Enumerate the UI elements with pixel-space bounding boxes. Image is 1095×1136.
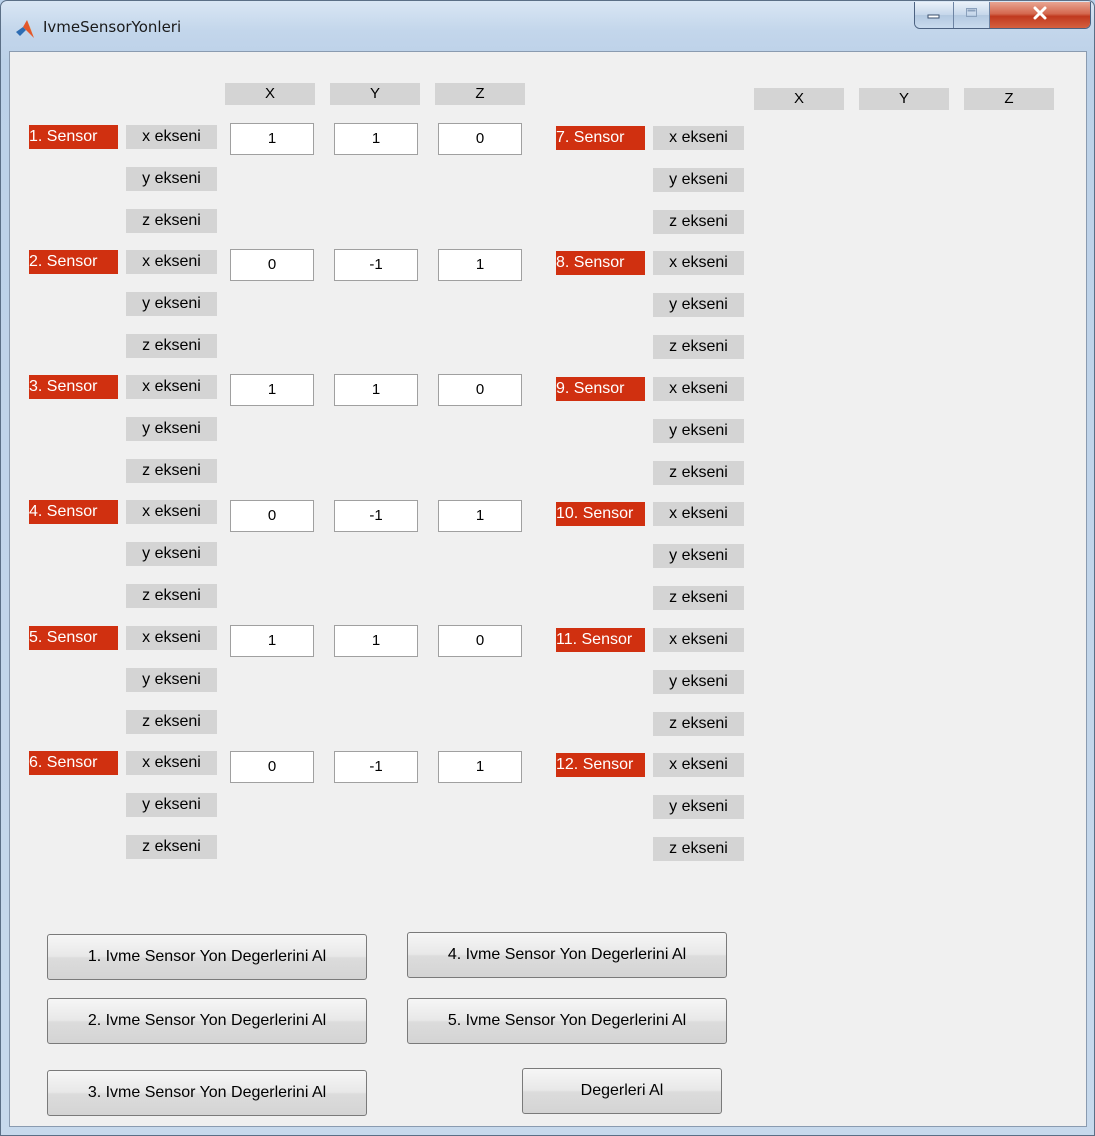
sensor-6-x-field[interactable]: 0	[230, 751, 314, 783]
sensor-label-7: 7. Sensor	[556, 126, 645, 150]
axis-label-x: x ekseni	[653, 126, 744, 150]
axis-label-y: y ekseni	[126, 793, 217, 817]
sensor-2-z-field[interactable]: 1	[438, 249, 522, 281]
sensor-label-1: 1. Sensor	[29, 125, 118, 149]
get-sensor-3-button[interactable]: 3. Ivme Sensor Yon Degerlerini Al	[47, 1070, 367, 1116]
sensor-1-z-field[interactable]: 0	[438, 123, 522, 155]
axis-label-x: x ekseni	[126, 626, 217, 650]
right-header-x: X	[754, 88, 844, 110]
sensor-5-x-field[interactable]: 1	[230, 625, 314, 657]
axis-label-y: y ekseni	[653, 419, 744, 443]
title-bar[interactable]: IvmeSensorYonleri	[1, 1, 1094, 51]
sensor-6-y-field[interactable]: -1	[334, 751, 418, 783]
sensor-label-9: 9. Sensor	[556, 377, 645, 401]
maximize-button[interactable]	[954, 2, 990, 28]
axis-label-x: x ekseni	[653, 628, 744, 652]
axis-label-z: z ekseni	[653, 712, 744, 736]
sensor-label-4: 4. Sensor	[29, 500, 118, 524]
axis-label-x: x ekseni	[126, 250, 217, 274]
right-header-z: Z	[964, 88, 1054, 110]
sensor-4-z-field[interactable]: 1	[438, 500, 522, 532]
close-button[interactable]	[990, 2, 1090, 28]
axis-label-z: z ekseni	[653, 586, 744, 610]
sensor-3-z-field[interactable]: 0	[438, 374, 522, 406]
sensor-3-x-field[interactable]: 1	[230, 374, 314, 406]
sensor-5-z-field[interactable]: 0	[438, 625, 522, 657]
axis-label-y: y ekseni	[653, 544, 744, 568]
axis-label-x: x ekseni	[653, 502, 744, 526]
sensor-2-x-field[interactable]: 0	[230, 249, 314, 281]
sensor-label-12: 12. Sensor	[556, 753, 645, 777]
minimize-icon	[927, 6, 941, 24]
axis-label-y: y ekseni	[653, 670, 744, 694]
axis-label-z: z ekseni	[126, 459, 217, 483]
axis-label-y: y ekseni	[126, 292, 217, 316]
sensor-5-y-field[interactable]: 1	[334, 625, 418, 657]
sensor-4-x-field[interactable]: 0	[230, 500, 314, 532]
axis-label-x: x ekseni	[126, 375, 217, 399]
right-header-y: Y	[859, 88, 949, 110]
figure-panel: X Y Z X Y Z 1. Sensor x ekseni y ekseni …	[9, 51, 1087, 1127]
axis-label-z: z ekseni	[126, 209, 217, 233]
axis-label-z: z ekseni	[653, 461, 744, 485]
sensor-1-y-field[interactable]: 1	[334, 123, 418, 155]
axis-label-z: z ekseni	[126, 835, 217, 859]
get-sensor-4-button[interactable]: 4. Ivme Sensor Yon Degerlerini Al	[407, 932, 727, 978]
minimize-button[interactable]	[915, 2, 954, 28]
axis-label-x: x ekseni	[126, 500, 217, 524]
window-title: IvmeSensorYonleri	[43, 18, 182, 36]
axis-label-z: z ekseni	[653, 837, 744, 861]
axis-label-z: z ekseni	[126, 710, 217, 734]
left-header-z: Z	[435, 83, 525, 105]
axis-label-y: y ekseni	[126, 167, 217, 191]
get-values-button[interactable]: Degerleri Al	[522, 1068, 722, 1114]
axis-label-z: z ekseni	[126, 334, 217, 358]
matlab-icon	[15, 19, 35, 39]
sensor-1-x-field[interactable]: 1	[230, 123, 314, 155]
axis-label-y: y ekseni	[653, 293, 744, 317]
left-header-y: Y	[330, 83, 420, 105]
axis-label-y: y ekseni	[126, 668, 217, 692]
axis-label-z: z ekseni	[126, 584, 217, 608]
close-icon	[1032, 6, 1048, 25]
get-sensor-1-button[interactable]: 1. Ivme Sensor Yon Degerlerini Al	[47, 934, 367, 980]
sensor-label-8: 8. Sensor	[556, 251, 645, 275]
sensor-6-z-field[interactable]: 1	[438, 751, 522, 783]
sensor-label-2: 2. Sensor	[29, 250, 118, 274]
axis-label-x: x ekseni	[126, 751, 217, 775]
sensor-label-10: 10. Sensor	[556, 502, 645, 526]
get-sensor-2-button[interactable]: 2. Ivme Sensor Yon Degerlerini Al	[47, 998, 367, 1044]
axis-label-y: y ekseni	[653, 168, 744, 192]
app-window: IvmeSensorYonleri X Y Z X Y Z 1. Sensor …	[0, 0, 1095, 1136]
caption-buttons	[914, 2, 1091, 29]
sensor-label-5: 5. Sensor	[29, 626, 118, 650]
axis-label-x: x ekseni	[126, 125, 217, 149]
sensor-2-y-field[interactable]: -1	[334, 249, 418, 281]
axis-label-x: x ekseni	[653, 753, 744, 777]
maximize-icon	[965, 6, 979, 24]
axis-label-x: x ekseni	[653, 377, 744, 401]
axis-label-x: x ekseni	[653, 251, 744, 275]
get-sensor-5-button[interactable]: 5. Ivme Sensor Yon Degerlerini Al	[407, 998, 727, 1044]
axis-label-y: y ekseni	[653, 795, 744, 819]
sensor-label-3: 3. Sensor	[29, 375, 118, 399]
axis-label-y: y ekseni	[126, 542, 217, 566]
sensor-label-6: 6. Sensor	[29, 751, 118, 775]
sensor-4-y-field[interactable]: -1	[334, 500, 418, 532]
axis-label-z: z ekseni	[653, 335, 744, 359]
sensor-3-y-field[interactable]: 1	[334, 374, 418, 406]
axis-label-z: z ekseni	[653, 210, 744, 234]
sensor-label-11: 11. Sensor	[556, 628, 645, 652]
left-header-x: X	[225, 83, 315, 105]
axis-label-y: y ekseni	[126, 417, 217, 441]
